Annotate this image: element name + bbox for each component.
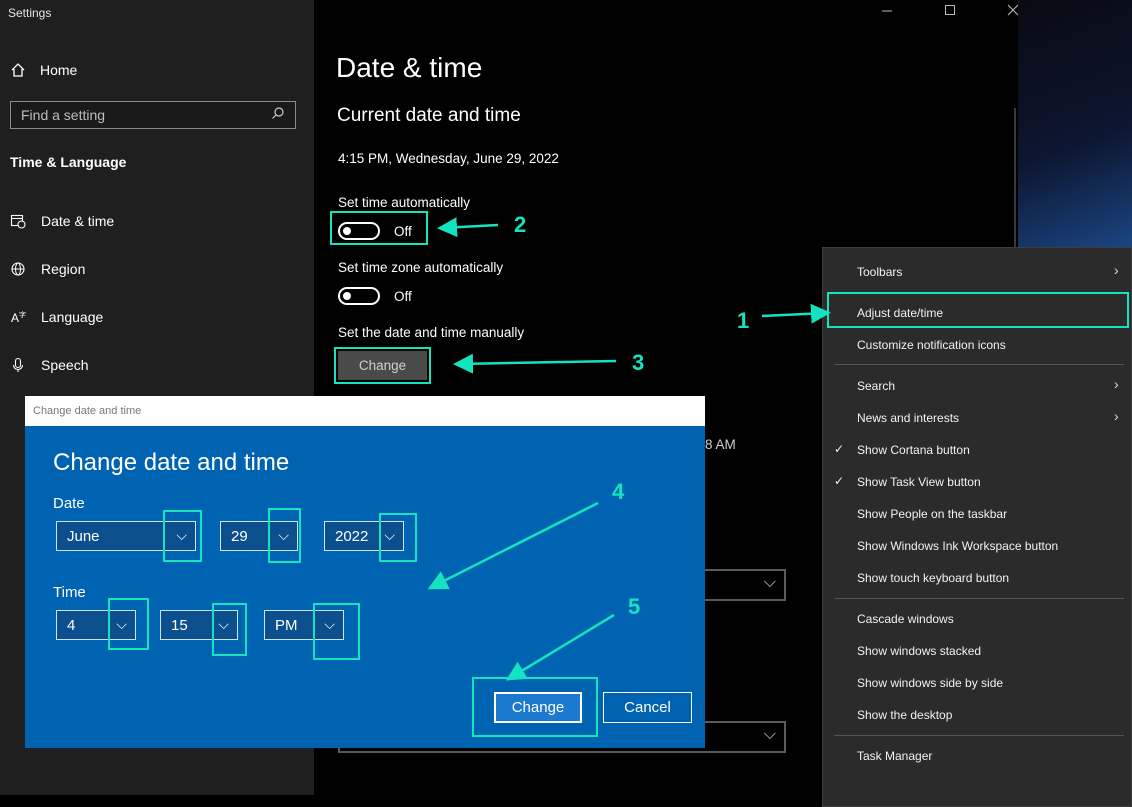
annotation-arrows bbox=[427, 217, 831, 681]
step-number-2: 2 bbox=[514, 212, 527, 237]
step-number-1: 1 bbox=[737, 308, 750, 333]
step-number-3: 3 bbox=[632, 350, 645, 375]
step-number-5: 5 bbox=[628, 594, 641, 619]
step-number-4: 4 bbox=[612, 479, 625, 504]
